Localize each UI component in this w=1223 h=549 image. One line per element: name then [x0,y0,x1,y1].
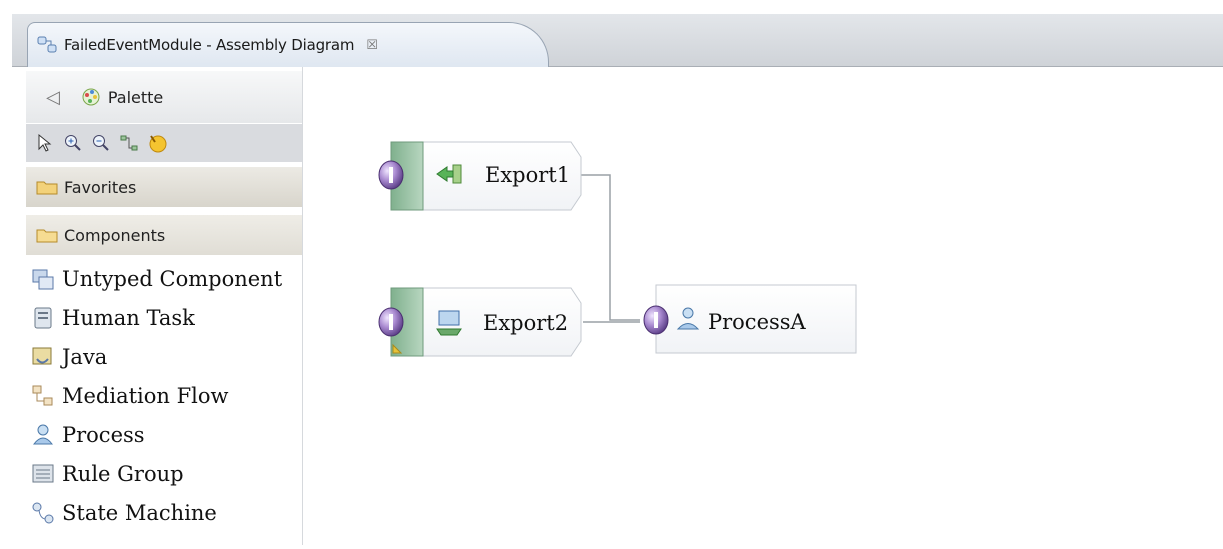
process-icon [32,424,54,444]
note-tool-icon[interactable] [146,132,168,154]
mediation-flow-icon [32,385,53,405]
drawer-favorites-label: Favorites [64,177,137,197]
palette-toolbar [26,124,302,162]
palette-item-process[interactable]: Process [30,415,282,454]
palette-item-state-machine[interactable]: State Machine [30,493,282,532]
export2-label: Export2 [483,311,568,335]
drawer-favorites[interactable]: Favorites [26,167,302,207]
drawer-components-label: Components [64,225,166,245]
palette-icon [82,88,100,106]
wire-export1-processa[interactable] [581,174,640,321]
assembly-diagram: Export1 Export2 ProcessA [378,141,857,357]
drawer-components[interactable]: Components [26,215,302,255]
zoom-in-icon[interactable] [62,132,84,154]
human-task-icon [34,307,52,328]
palette-item-rule-group[interactable]: Rule Group [30,454,282,493]
palette-item-human-task[interactable]: Human Task [30,298,282,337]
export1-label: Export1 [485,163,570,187]
palette-header[interactable]: ◁ Palette [26,71,302,123]
folder-icon [36,181,58,195]
web-service-export-icon [436,310,462,336]
export1-node[interactable]: Export1 [378,141,582,211]
untyped-component-icon [32,269,54,289]
assembly-diagram-icon [37,36,57,53]
tab-title: FailedEventModule - Assembly Diagram [64,36,355,54]
state-machine-icon [32,502,54,523]
wire-tool-icon[interactable] [118,132,140,154]
select-tool-icon[interactable] [34,132,56,154]
palette-item-java[interactable]: Java [30,337,282,376]
export2-node[interactable]: Export2 [378,287,582,357]
close-icon[interactable]: ☒ [366,38,378,53]
processa-label: ProcessA [708,310,807,334]
palette-panel: ◁ Palette Favorites Components Untyped C… [12,67,303,545]
collapse-palette-icon[interactable]: ◁ [46,87,60,108]
folder-open-icon [36,229,58,243]
processa-node[interactable]: ProcessA [643,284,857,354]
zoom-out-icon[interactable] [90,132,112,154]
palette-item-untyped-component[interactable]: Untyped Component [30,259,282,298]
java-icon [32,347,52,364]
palette-item-mediation-flow[interactable]: Mediation Flow [30,376,282,415]
tab-assembly-diagram[interactable]: FailedEventModule - Assembly Diagram ☒ [27,22,549,67]
editor-tab-bar: FailedEventModule - Assembly Diagram ☒ [12,14,1223,67]
window-top-strip [0,0,1223,14]
diagram-canvas[interactable]: Export1 Export2 ProcessA [303,67,1223,545]
palette-items: Untyped Component Human Task Java Mediat… [30,259,282,532]
rule-group-icon [32,464,54,482]
palette-title: Palette [107,87,164,107]
